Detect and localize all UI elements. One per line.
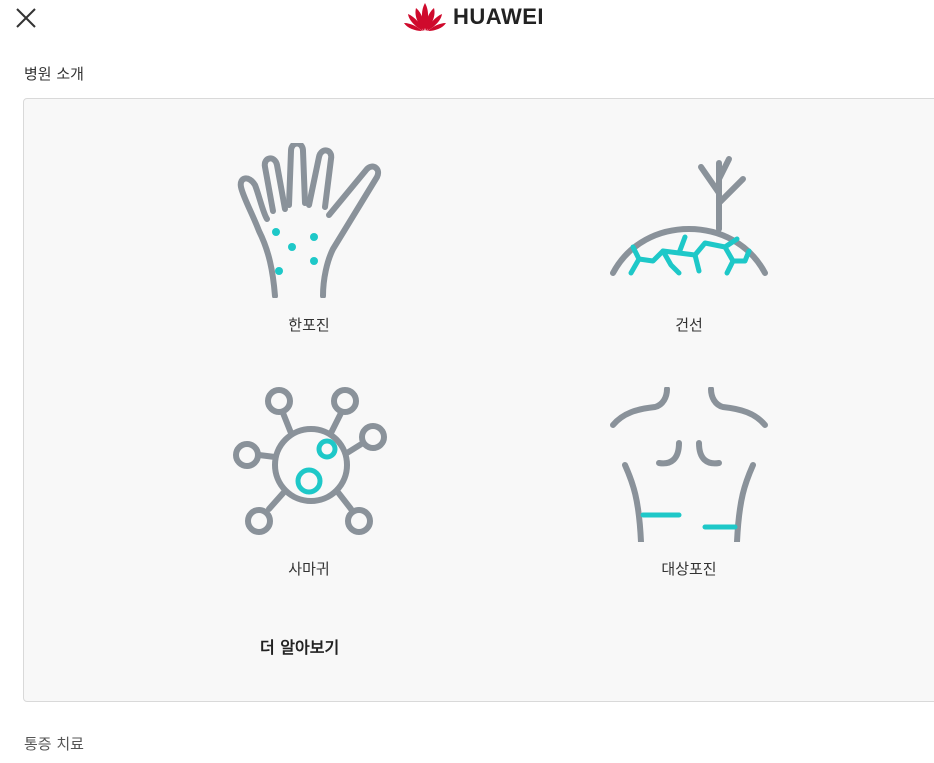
treatment-card: 한포진 건선 사마귀 대상포진 더 알아보기	[23, 98, 934, 702]
section-title-hospital-intro: 병원 소개	[24, 65, 84, 83]
learn-more-link[interactable]: 더 알아보기	[260, 634, 339, 658]
treatment-item-dyshidrosis[interactable]: 한포진	[199, 143, 419, 335]
virus-cell-icon	[233, 387, 387, 535]
treatment-label: 사마귀	[288, 560, 330, 578]
hand-rash-icon	[237, 143, 381, 298]
treatment-label: 한포진	[288, 316, 330, 334]
treatment-label: 대상포진	[661, 560, 717, 578]
treatment-item-wart[interactable]: 사마귀	[199, 387, 419, 579]
brand-name: HUAWEI	[453, 4, 544, 29]
torso-icon	[610, 387, 768, 542]
close-icon	[16, 8, 36, 28]
huawei-flower-logo-icon	[404, 3, 446, 31]
treatment-item-shingles[interactable]: 대상포진	[579, 387, 799, 579]
treatment-label: 건선	[675, 316, 703, 334]
skin-crack-icon	[610, 156, 768, 276]
close-button[interactable]	[12, 4, 40, 32]
treatment-item-psoriasis[interactable]: 건선	[579, 143, 799, 335]
section-title-pain-treatment: 통증 치료	[24, 735, 84, 753]
brand-logo: HUAWEI	[403, 0, 544, 34]
